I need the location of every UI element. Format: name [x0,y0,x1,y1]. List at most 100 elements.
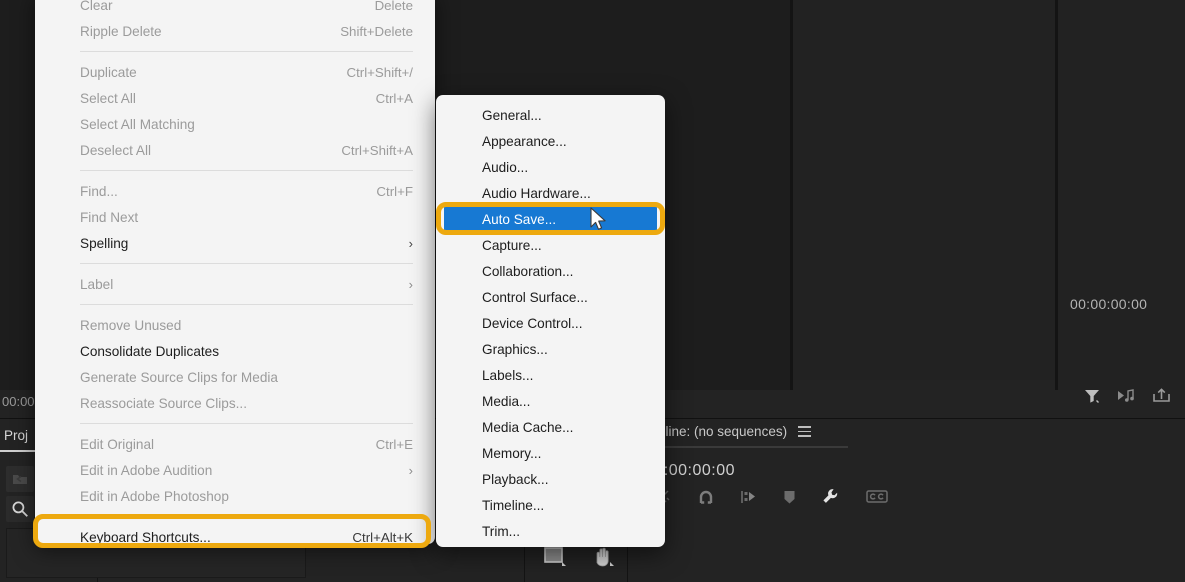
submenu-item-collaboration[interactable]: Collaboration... [436,258,665,284]
menu-item-deselect-all[interactable]: Deselect All Ctrl+Shift+A [35,137,435,163]
menu-item-clear[interactable]: Clear Delete [35,0,435,18]
submenu-item-label: Capture... [482,238,542,253]
submenu-item-audio-hardware[interactable]: Audio Hardware... [436,180,665,206]
chevron-right-icon: › [409,237,413,250]
submenu-item-audio[interactable]: Audio... [436,154,665,180]
menu-separator [80,51,413,52]
submenu-item-auto-save-wrapper: Auto Save... [436,206,665,232]
crop-rectangle-tool-icon[interactable] [543,545,569,576]
submenu-item-timeline[interactable]: Timeline... [436,492,665,518]
menu-item-shortcut: Ctrl+Shift+/ [346,65,413,80]
menu-separator [80,516,413,517]
menu-item-label: Edit in Adobe Photoshop [80,489,229,504]
submenu-item-label: Graphics... [482,342,548,357]
panel-divider-vertical-1[interactable] [790,0,793,390]
menu-item-shortcut: Ctrl+Alt+K [352,530,413,545]
timeline-settings-wrench-icon[interactable] [822,488,840,510]
program-monitor-timecode: 00:00:00:00 [1070,296,1147,312]
submenu-item-label: Media Cache... [482,420,573,435]
mouse-cursor-arrow-icon [590,207,607,238]
edit-menu[interactable]: Clear Delete Ripple Delete Shift+Delete … [35,0,435,544]
app-window: 00:00:00:00 00:00 Timeline: (no sequence… [0,0,1185,582]
menu-item-remove-unused[interactable]: Remove Unused [35,312,435,338]
submenu-item-trim[interactable]: Trim... [436,518,665,544]
menu-item-shortcut: Ctrl+A [376,91,413,106]
submenu-item-label: Control Surface... [482,290,588,305]
submenu-item-label: Trim... [482,524,520,539]
menu-item-shortcut: Ctrl+F [376,184,413,199]
add-marker-icon[interactable] [783,489,796,510]
submenu-item-label: Auto Save... [482,212,556,227]
chevron-right-icon: › [409,278,413,291]
submenu-item-memory[interactable]: Memory... [436,440,665,466]
menu-item-select-all-matching[interactable]: Select All Matching [35,111,435,137]
menu-item-keyboard-shortcuts[interactable]: Keyboard Shortcuts... Ctrl+Alt+K [35,524,435,544]
menu-item-label: Duplicate [80,65,137,80]
menu-item-shortcut: Ctrl+Shift+A [341,143,413,158]
submenu-item-general[interactable]: General... [436,102,665,128]
right-side-panel[interactable] [1058,0,1185,390]
menu-item-generate-source-clips[interactable]: Generate Source Clips for Media [35,364,435,390]
menu-item-consolidate-duplicates[interactable]: Consolidate Duplicates [35,338,435,364]
submenu-item-label: Timeline... [482,498,544,513]
closed-captions-icon[interactable] [866,489,888,509]
menu-item-edit-in-adobe-photoshop[interactable]: Edit in Adobe Photoshop [35,483,435,509]
menu-item-label: Select All [80,91,136,106]
folder-up-icon[interactable] [6,466,34,492]
program-monitor-panel[interactable] [793,0,1055,390]
submenu-item-label: Media... [482,394,530,409]
menu-item-label: Find Next [80,210,138,225]
menu-item-reassociate-source-clips[interactable]: Reassociate Source Clips... [35,390,435,416]
menu-item-label: Keyboard Shortcuts... [80,530,211,545]
submenu-item-device-control[interactable]: Device Control... [436,310,665,336]
linked-selection-icon[interactable] [740,489,757,510]
menu-item-duplicate[interactable]: Duplicate Ctrl+Shift+/ [35,59,435,85]
menu-item-edit-original[interactable]: Edit Original Ctrl+E [35,431,435,457]
submenu-item-label: Audio... [482,160,528,175]
submenu-item-graphics[interactable]: Graphics... [436,336,665,362]
snap-magnet-icon[interactable] [698,489,714,510]
hamburger-menu-icon[interactable] [798,426,811,437]
bottom-toolbar [543,545,617,576]
export-frame-icon[interactable] [1152,388,1171,403]
menu-item-select-all[interactable]: Select All Ctrl+A [35,85,435,111]
submenu-item-appearance[interactable]: Appearance... [436,128,665,154]
monitor-toolbar-icons [1084,388,1171,403]
project-panel-tab-label[interactable]: Proj [4,428,28,443]
menu-item-label: Edit in Adobe Audition [80,463,212,478]
filter-icon[interactable] [1084,388,1101,403]
menu-item-label[interactable]: Label › [35,271,435,297]
menu-item-spelling[interactable]: Spelling › [35,230,435,256]
menu-item-find-next[interactable]: Find Next [35,204,435,230]
submenu-item-label: Appearance... [482,134,567,149]
menu-item-label: Select All Matching [80,117,195,132]
hand-tool-icon[interactable] [591,545,617,576]
submenu-item-control-surface[interactable]: Control Surface... [436,284,665,310]
submenu-item-media[interactable]: Media... [436,388,665,414]
menu-separator [80,423,413,424]
preferences-submenu[interactable]: General... Appearance... Audio... Audio … [436,95,665,547]
submenu-item-capture[interactable]: Capture... [436,232,665,258]
submenu-item-media-cache[interactable]: Media Cache... [436,414,665,440]
menu-item-edit-in-adobe-audition[interactable]: Edit in Adobe Audition › [35,457,435,483]
menu-item-label: Consolidate Duplicates [80,344,219,359]
submenu-item-auto-save[interactable]: Auto Save... [436,206,665,232]
submenu-item-playback[interactable]: Playback... [436,466,665,492]
submenu-item-label: Memory... [482,446,541,461]
menu-separator [80,263,413,264]
menu-item-find[interactable]: Find... Ctrl+F [35,178,435,204]
menu-item-ripple-delete[interactable]: Ripple Delete Shift+Delete [35,18,435,44]
submenu-item-labels[interactable]: Labels... [436,362,665,388]
panel-divider-vertical-2[interactable] [1055,0,1058,390]
menu-item-label: Label [80,277,113,292]
submenu-item-label: Audio Hardware... [482,186,591,201]
search-icon[interactable] [6,496,34,522]
menu-item-label: Find... [80,184,118,199]
monitor-toolbar [793,380,1055,416]
source-monitor-timecode: 00:00 [2,394,35,409]
menu-item-shortcut: Delete [375,0,413,13]
menu-item-label: Clear [80,0,112,13]
menu-separator [80,304,413,305]
export-audio-icon[interactable] [1117,388,1136,403]
chevron-right-icon: › [409,464,413,477]
